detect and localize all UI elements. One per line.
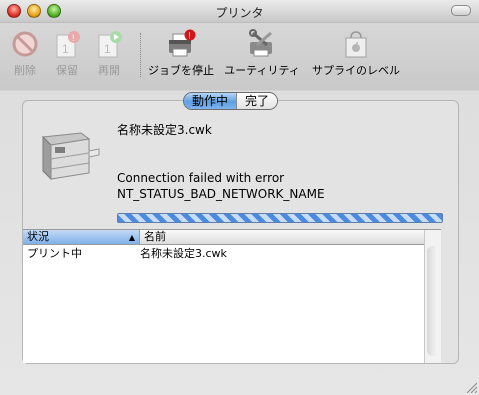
toolbar: 削除 1 ! 保留 1 再開 ! ジョブを停止 ユーティリティ サプライのレベル (0, 23, 479, 81)
column-header-name[interactable]: 名前 (140, 230, 435, 244)
toolbar-toggle-button[interactable] (451, 5, 471, 16)
job-name: 名称未設定3.cwk (117, 123, 212, 137)
sort-ascending-icon: ▲ (128, 233, 135, 242)
progress-bar-indeterminate (117, 213, 443, 223)
utility-icon (247, 29, 277, 59)
svg-text:1: 1 (62, 42, 69, 56)
hold-icon: 1 ! (52, 29, 82, 59)
stop-jobs-button[interactable]: ! ジョブを停止 (148, 29, 214, 78)
row-status: プリント中 (27, 247, 82, 260)
delete-icon (10, 29, 40, 59)
svg-text:!: ! (188, 31, 191, 41)
supply-bag-icon (341, 29, 371, 59)
titlebar: プリンタ (0, 0, 479, 23)
supply-levels-button[interactable]: サプライのレベル (310, 29, 402, 78)
hold-button[interactable]: 1 ! 保留 (52, 29, 82, 78)
resize-grip-icon[interactable] (465, 381, 478, 394)
resume-button[interactable]: 1 再開 (94, 29, 124, 78)
vertical-scrollbar[interactable] (424, 230, 441, 363)
resume-label: 再開 (98, 64, 120, 77)
column-header-name-label: 名前 (144, 230, 166, 243)
column-header-status[interactable]: 状況 ▲ (23, 230, 140, 244)
printer-icon (37, 123, 101, 190)
printer-stop-icon: ! (166, 29, 196, 59)
printer-queue-window: プリンタ 削除 1 ! 保留 1 再開 ! ジョブを停止 ユーティリティ サプラ… (0, 0, 479, 395)
table-row[interactable]: プリント中 名称未設定3.cwk (23, 246, 423, 262)
job-status-group: 名称未設定3.cwk Connection failed with error … (22, 100, 459, 364)
svg-text:!: ! (72, 33, 75, 43)
window-title: プリンタ (215, 6, 264, 20)
error-message-line-1: Connection failed with error (117, 171, 285, 185)
row-name: 名称未設定3.cwk (140, 247, 227, 260)
toolbar-separator (140, 33, 141, 77)
delete-label: 削除 (14, 64, 36, 77)
job-table: 状況 ▲ 名前 プリント中 名称未設定3.cwk (23, 229, 441, 363)
resume-icon: 1 (94, 29, 124, 59)
tab-active-jobs[interactable]: 動作中 (184, 93, 237, 109)
table-header: 状況 ▲ 名前 (23, 230, 441, 245)
column-header-status-label: 状況 (27, 230, 49, 243)
svg-text:1: 1 (104, 42, 111, 56)
tab-completed-jobs[interactable]: 完了 (236, 93, 278, 109)
hold-label: 保留 (56, 64, 78, 77)
utility-label: ユーティリティ (224, 64, 300, 77)
error-message-line-2: NT_STATUS_BAD_NETWORK_NAME (117, 187, 325, 201)
stop-jobs-label: ジョブを停止 (148, 64, 214, 77)
supply-levels-label: サプライのレベル (312, 64, 400, 77)
scroll-track (427, 246, 438, 356)
utility-button[interactable]: ユーティリティ (224, 29, 300, 78)
delete-button[interactable]: 削除 (10, 29, 40, 78)
job-filter-segmented-control: 動作中 完了 (183, 92, 279, 110)
